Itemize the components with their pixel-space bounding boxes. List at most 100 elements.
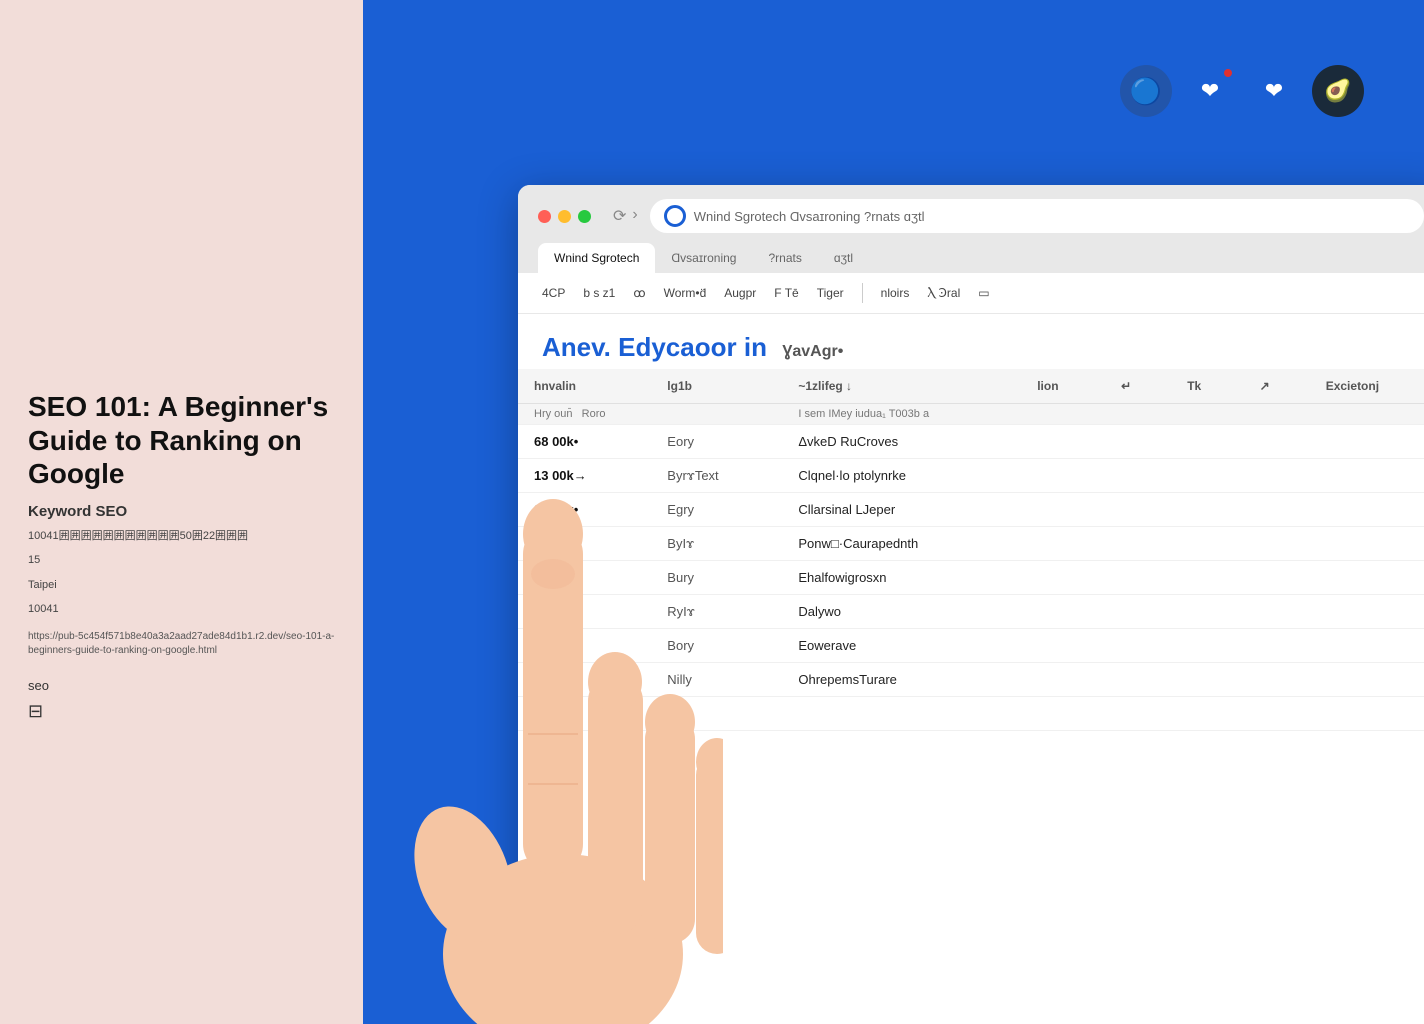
meta-line-2: 15: [28, 552, 335, 569]
nav-back[interactable]: ⟳: [613, 206, 626, 226]
browser-chrome: ⟳ › Wnind Sɡrotech Ɑvsaɪroning ?rnats ɑʒ…: [518, 185, 1424, 273]
toolbar-item-0[interactable]: 4CP: [542, 286, 565, 300]
cell-volume-4: 32 00k•: [518, 561, 651, 595]
table-row: S0 00k• Nilly OhrepemsTurare: [518, 663, 1424, 697]
cell-volume-6: 32 00k•: [518, 629, 651, 663]
table-container: hnvalin lg1b ~1zlifeg ↓ lion ↵ Tk ↗ Exci…: [518, 369, 1424, 731]
table-row: 68 00k• Eory ΔvkeD RuCroves: [518, 425, 1424, 459]
toolbar-item-6[interactable]: Tiger: [817, 286, 844, 300]
meta-line-4: 10041: [28, 601, 335, 618]
right-panel: 🔵 ❤ ❤ 🥑 ⟳ ›: [363, 0, 1424, 1024]
toolbar-item-9[interactable]: ▭: [978, 286, 989, 300]
col-header-1: lg1b: [651, 369, 782, 404]
content-title-in: in: [744, 332, 767, 362]
cell-volume-5: 17 004•: [518, 595, 651, 629]
traffic-light-yellow[interactable]: [558, 210, 571, 223]
icon-2: ❤: [1184, 65, 1236, 117]
cell-keyword-7: OhrepemsTurare: [782, 663, 1021, 697]
cell-keyword-4: Ehalfowigrosxn: [782, 561, 1021, 595]
content-title-prefix: Anev.: [542, 332, 618, 362]
nav-forward[interactable]: ›: [632, 206, 637, 226]
cell-keyword-5: Dalywo: [782, 595, 1021, 629]
content-header: Anev. Edycaoor in ƔavAɡr•: [518, 314, 1424, 369]
cell-keyword-6: Eowerave: [782, 629, 1021, 663]
table-header-row: hnvalin lg1b ~1zlifeg ↓ lion ↵ Tk ↗ Exci…: [518, 369, 1424, 404]
toolbar-item-2[interactable]: ꝏ: [633, 286, 645, 300]
cell-volume-0: 68 00k•: [518, 425, 651, 459]
toolbar-item-1[interactable]: b s z1: [583, 286, 615, 300]
tab-0[interactable]: Wnind Sɡrotech: [538, 243, 655, 273]
cell-diff-1: ByrɤText: [651, 459, 782, 493]
table-row: 8F 00k•: [518, 697, 1424, 731]
table-body: 68 00k• Eory ΔvkeD RuCroves 13 00k→ Byrɤ…: [518, 425, 1424, 731]
col-header-7: Excietonj: [1310, 369, 1424, 404]
article-url: https://pub-5c454f571b8e40a3a2aad27ade84…: [28, 630, 335, 658]
cell-keyword-2: Cllarsinal LJeper: [782, 493, 1021, 527]
table-row: 13 00k→ ByrɤText Clqnel·lo ptolynrke: [518, 459, 1424, 493]
browser-window: ⟳ › Wnind Sɡrotech Ɑvsaɪroning ?rnats ɑʒ…: [518, 185, 1424, 1024]
content-title: Anev. Edycaoor in ƔavAɡr•: [542, 332, 1420, 363]
content-title-blue: Edycaoor: [618, 332, 737, 362]
col-header-3: lion: [1021, 369, 1105, 404]
cell-diff-5: RyIɤ: [651, 595, 782, 629]
table-row: 17 004• RyIɤ Dalywo: [518, 595, 1424, 629]
cell-keyword-0: ΔvkeD RuCroves: [782, 425, 1021, 459]
col-header-4: ↵: [1105, 369, 1171, 404]
cell-volume-3: 80 00k•: [518, 527, 651, 561]
browser-tabs: Wnind Sɡrotech Ɑvsaɪroning ?rnats ɑʒtl: [538, 243, 1424, 273]
article-title: SEO 101: A Beginner's Guide to Ranking o…: [28, 390, 335, 491]
article-subtitle: Keyword SEO: [28, 503, 335, 520]
content-subtitle: ƔavAɡr•: [782, 343, 843, 360]
cell-volume-1: 13 00k→: [518, 459, 651, 493]
data-table: hnvalin lg1b ~1zlifeg ↓ lion ↵ Tk ↗ Exci…: [518, 369, 1424, 731]
col-header-5: Tk: [1171, 369, 1243, 404]
cell-diff-3: ByIɤ: [651, 527, 782, 561]
meta-line-1: 10041囲囲囲囲囲囲囲囲囲囲囲50囲22囲囲囲: [28, 528, 335, 545]
toolbar-item-3[interactable]: Worm•d̈: [664, 286, 707, 300]
traffic-lights: [538, 210, 591, 223]
address-text: Wnind Sɡrotech Ɑvsaɪroning ?rnats ɑʒtl: [694, 209, 1410, 224]
cell-diff-4: Bury: [651, 561, 782, 595]
cell-volume-8: 8F 00k•: [518, 697, 651, 731]
content-toolbar: 4CP b s z1 ꝏ Worm•d̈ Augpr F Tē Tiger nl…: [518, 273, 1424, 314]
cell-volume-2: 81 00k•: [518, 493, 651, 527]
tab-3[interactable]: ɑʒtl: [818, 243, 869, 273]
browser-top-bar: ⟳ › Wnind Sɡrotech Ɑvsaɪroning ?rnats ɑʒ…: [538, 199, 1424, 233]
tag-icon: ⊟: [28, 701, 335, 722]
toolbar-item-8[interactable]: Ⲗ Ꜿral: [927, 286, 960, 301]
cell-diff-6: Bory: [651, 629, 782, 663]
table-row: 32 00k• Bury Ehalfowigrosxn: [518, 561, 1424, 595]
traffic-light-green[interactable]: [578, 210, 591, 223]
address-bar[interactable]: Wnind Sɡrotech Ɑvsaɪroning ?rnats ɑʒtl: [650, 199, 1424, 233]
cell-diff-0: Eory: [651, 425, 782, 459]
top-right-icons: 🔵 ❤ ❤ 🥑: [1120, 65, 1364, 117]
icon-4: 🥑: [1312, 65, 1364, 117]
table-subheader-row: Hry oun̄ Roro I sem IMey iudua₁ T003b a: [518, 404, 1424, 425]
icon-3: ❤: [1248, 65, 1300, 117]
cell-diff-2: Egry: [651, 493, 782, 527]
table-row: 32 00k• Bory Eowerave: [518, 629, 1424, 663]
tab-1[interactable]: Ɑvsaɪroning: [655, 243, 752, 273]
toolbar-item-7[interactable]: nloirs: [881, 286, 910, 300]
table-row: 81 00k• Egry Cllarsinal LJeper: [518, 493, 1424, 527]
toolbar-divider: [862, 283, 863, 303]
cell-keyword-1: Clqnel·lo ptolynrke: [782, 459, 1021, 493]
left-panel: SEO 101: A Beginner's Guide to Ranking o…: [0, 0, 363, 1024]
meta-line-3: Taipei: [28, 577, 335, 594]
col-header-0: hnvalin: [518, 369, 651, 404]
toolbar-item-4[interactable]: Augpr: [724, 286, 756, 300]
tab-2[interactable]: ?rnats: [752, 243, 817, 273]
traffic-light-red[interactable]: [538, 210, 551, 223]
tag-label: seo: [28, 678, 335, 693]
nav-buttons: ⟳ ›: [613, 206, 638, 226]
cell-volume-7: S0 00k•: [518, 663, 651, 697]
cell-keyword-3: Ponw□·Caurapednth: [782, 527, 1021, 561]
cell-diff-7: Nilly: [651, 663, 782, 697]
table-row: 80 00k• ByIɤ Ponw□·Caurapednth: [518, 527, 1424, 561]
col-header-6: ↗: [1244, 369, 1310, 404]
toolbar-item-5[interactable]: F Tē: [774, 286, 798, 300]
browser-content: 4CP b s z1 ꝏ Worm•d̈ Augpr F Tē Tiger nl…: [518, 273, 1424, 1024]
icon-1: 🔵: [1120, 65, 1172, 117]
browser-icon: [664, 205, 686, 227]
col-header-2: ~1zlifeg ↓: [782, 369, 1021, 404]
